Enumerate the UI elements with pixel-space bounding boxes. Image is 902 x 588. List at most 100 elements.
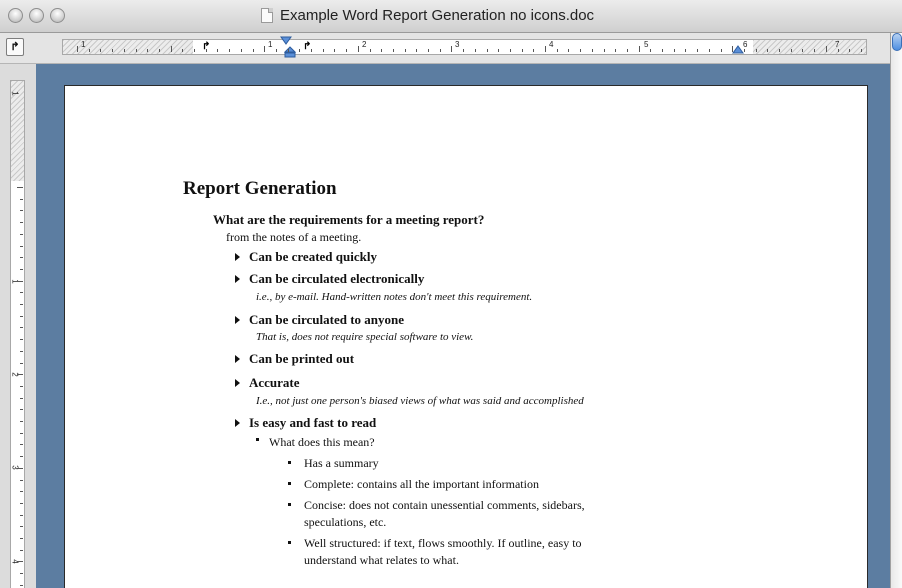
- list-item[interactable]: Can be circulated to anyone: [226, 312, 404, 328]
- ruler-tick: [20, 549, 23, 551]
- ruler-tick: [837, 49, 839, 52]
- ruler-tick: [20, 304, 23, 305]
- triangle-bullet-icon: [235, 379, 240, 388]
- ruler-tick: [20, 409, 23, 411]
- list-item[interactable]: Is easy and fast to read: [226, 415, 376, 431]
- ruler-tick: [591, 49, 593, 52]
- ruler-tick: [545, 46, 546, 52]
- ruler-tick: [521, 49, 523, 52]
- ruler-tick: [170, 46, 172, 52]
- ruler-number: 4: [549, 40, 554, 49]
- ruler-tick: [802, 49, 804, 52]
- minimize-window-button[interactable]: [29, 8, 44, 23]
- triangle-bullet-icon: [235, 355, 240, 364]
- document-heading[interactable]: Report Generation: [183, 178, 337, 200]
- ruler-tick: [17, 187, 23, 188]
- ruler-tick: [20, 257, 23, 259]
- ruler-tick: [416, 49, 418, 52]
- scrollbar-thumb[interactable]: [892, 33, 902, 51]
- ruler-tick: [334, 49, 336, 52]
- document-proxy-icon[interactable]: [261, 8, 273, 23]
- ruler-tick: [779, 49, 780, 52]
- ruler-tick: [755, 49, 757, 52]
- square-bullet-icon: [288, 503, 291, 506]
- ruler-tick: [20, 350, 23, 352]
- ruler-tick: [357, 46, 359, 52]
- ruler-tick: [708, 49, 710, 52]
- triangle-bullet-icon: [235, 419, 240, 428]
- ruler-tick: [275, 49, 277, 52]
- ruler-tick: [240, 49, 242, 52]
- ruler-tick: [381, 49, 383, 52]
- list-item[interactable]: Accurate: [226, 375, 300, 391]
- ruler-number: 5: [644, 40, 649, 49]
- item-note[interactable]: That is, does not require special softwa…: [256, 331, 473, 343]
- list-item[interactable]: Can be created quickly: [226, 249, 377, 265]
- ruler-tick: [20, 444, 23, 446]
- zoom-window-button[interactable]: [50, 8, 65, 23]
- ruler-tick: [88, 49, 90, 52]
- item-note[interactable]: I.e., not just one person's biased views…: [256, 395, 584, 407]
- list-item[interactable]: Can be circulated electronically: [226, 271, 424, 287]
- vertical-scrollbar[interactable]: [890, 33, 902, 588]
- bullet-dot-icon: [256, 438, 259, 441]
- ruler-tick: [556, 49, 558, 52]
- ruler-tick: [194, 49, 195, 52]
- ruler-tick: [264, 46, 266, 52]
- document-question[interactable]: What are the requirements for a meeting …: [213, 212, 484, 228]
- sub-bullet[interactable]: What does this mean?: [256, 435, 375, 450]
- ruler-tick: [20, 385, 23, 387]
- ruler-tick: [404, 49, 406, 52]
- ruler-tick: [439, 49, 441, 52]
- document-subtitle[interactable]: from the notes of a meeting.: [226, 230, 361, 245]
- ruler-tick: [662, 49, 663, 52]
- item-note[interactable]: i.e., by e-mail. Hand-written notes don'…: [256, 291, 532, 303]
- ruler-number: 1: [81, 40, 86, 49]
- square-bullet-icon: [288, 541, 291, 544]
- ruler-tick: [650, 49, 652, 52]
- ruler-tick: [626, 49, 628, 52]
- ruler-tick: [673, 49, 675, 52]
- first-line-indent-marker[interactable]: [280, 36, 292, 45]
- ruler-tick: [20, 432, 23, 434]
- ruler-tick: [732, 46, 734, 52]
- list-item[interactable]: Can be printed out: [226, 351, 354, 367]
- ruler-tick: [825, 46, 827, 52]
- title-bar[interactable]: Example Word Report Generation no icons.…: [0, 0, 902, 33]
- ruler-tick: [498, 49, 500, 52]
- ruler-tick: [135, 49, 137, 52]
- ruler-tick: [311, 49, 312, 52]
- ruler-tick: [849, 49, 851, 52]
- close-window-button[interactable]: [8, 8, 23, 23]
- square-bullet-icon: [288, 482, 291, 485]
- ruler-tick: [20, 538, 23, 539]
- ruler-tick: [428, 49, 429, 52]
- ruler-tick: [20, 397, 23, 399]
- right-indent-marker[interactable]: [732, 45, 744, 54]
- ruler-tick: [20, 327, 23, 329]
- ruler-tick: [451, 46, 453, 52]
- ruler-tick: [20, 233, 23, 235]
- ruler-tick: [17, 280, 23, 282]
- ruler-tick: [638, 46, 640, 52]
- ruler-tick: [322, 49, 324, 52]
- horizontal-ruler[interactable]: 1 1 2 3 4 5 6 7 ↱ ↱: [62, 36, 867, 58]
- top-margin-area: [11, 81, 24, 181]
- ruler-tick: [603, 49, 605, 52]
- ruler-tick: [299, 49, 301, 52]
- tab-stop-selector-button[interactable]: ↱: [6, 38, 24, 56]
- hanging-indent-marker[interactable]: [284, 46, 296, 58]
- vertical-ruler[interactable]: 1 1 2 3 4: [10, 80, 25, 588]
- ruler-tick: [685, 49, 687, 52]
- ruler-tick: [20, 421, 23, 422]
- ruler-tick: [158, 49, 160, 52]
- ruler-tick: [20, 292, 23, 294]
- ruler-tick: [474, 49, 476, 52]
- ruler-tick: [509, 49, 511, 52]
- ruler-tick: [814, 49, 816, 52]
- ruler-tick: [568, 49, 570, 52]
- ruler-tick: [20, 573, 23, 575]
- ruler-number: 1: [10, 91, 20, 96]
- ruler-number: 1: [268, 40, 273, 49]
- ruler-tick: [615, 49, 617, 52]
